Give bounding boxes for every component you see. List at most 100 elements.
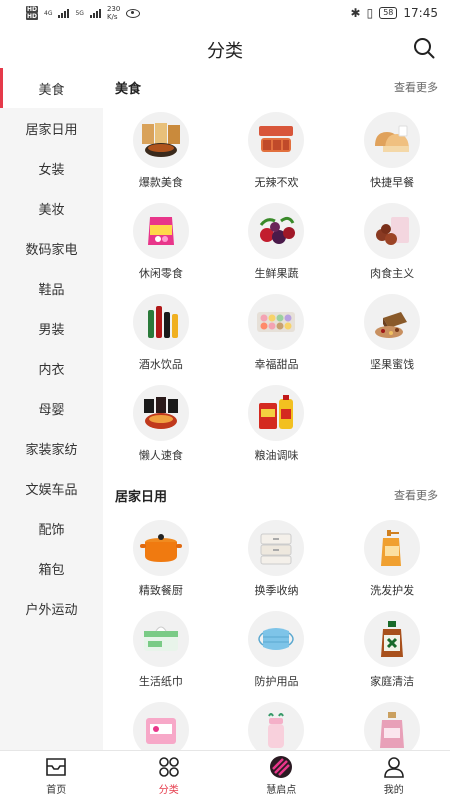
subcategory-label: 肉食主义 <box>370 267 415 280</box>
subcategory-item[interactable]: 精致餐厨 <box>103 520 219 611</box>
subcategory-label: 粮油调味 <box>254 449 299 462</box>
sidebar-item-food[interactable]: 美食 <box>0 68 103 108</box>
sidebar-item-entertainment-car[interactable]: 文娱车品 <box>0 468 103 508</box>
nav-profile[interactable]: 我的 <box>338 751 450 800</box>
status-bar: HD HD 4G 5G 230 K/s ✱ ▯ 58 17:45 <box>0 0 450 26</box>
berries-icon <box>248 203 305 259</box>
subcategory-grid: 精致餐厨 换季收纳 洗发护发 生活纸巾 防护用品 家庭清洁 <box>103 514 450 750</box>
nav-brand[interactable]: 慧启点 <box>225 751 338 800</box>
subcategory-label: 酒水饮品 <box>138 358 183 371</box>
subcategory-label: 爆款美食 <box>138 176 183 189</box>
nav-category[interactable]: 分类 <box>113 751 226 800</box>
bluetooth-icon: ✱ <box>350 6 361 20</box>
subcategory-item[interactable]: 快捷早餐 <box>334 112 450 203</box>
subcategory-item[interactable]: 洗发护发 <box>334 520 450 611</box>
subcategory-label: 休闲零食 <box>138 267 183 280</box>
subcategory-label: 无辣不欢 <box>254 176 299 189</box>
sidebar-item-label: 数码家电 <box>25 242 78 258</box>
snack-pack-icon <box>132 112 189 168</box>
sim-indicators: HD HD <box>26 6 39 20</box>
spicy-meat-icon <box>248 112 305 168</box>
subcategory-item[interactable]: 生鲜果蔬 <box>219 203 335 294</box>
instant-noodle-icon <box>132 385 189 441</box>
subcategory-item[interactable]: 生活纸巾 <box>103 611 219 702</box>
subcategory-grid: 爆款美食 无辣不欢 快捷早餐 休闲零食 生鲜果蔬 肉食主义 酒水饮品 幸福甜品 … <box>103 106 450 476</box>
network1: 4G <box>44 10 52 17</box>
search-icon[interactable] <box>412 36 436 60</box>
subcategory-item[interactable]: 家庭清洁 <box>334 611 450 702</box>
sidebar-item-mens[interactable]: 男装 <box>0 308 103 348</box>
sidebar-item-home-daily[interactable]: 居家日用 <box>0 108 103 148</box>
speed-value: 230 <box>106 5 121 13</box>
macaron-icon <box>248 294 305 350</box>
sidebar-item-baby[interactable]: 母婴 <box>0 388 103 428</box>
section-header: 美食 查看更多 <box>103 68 450 106</box>
subcategory-label: 换季收纳 <box>254 584 299 597</box>
sidebar-item-outdoor[interactable]: 户外运动 <box>0 588 103 628</box>
subcategory-item[interactable]: 懒人速食 <box>103 385 219 476</box>
subcategory-item[interactable]: 防护用品 <box>219 611 335 702</box>
nav-label: 分类 <box>158 785 179 796</box>
net-speed: 230 K/s <box>107 5 120 21</box>
nav-label: 慧启点 <box>266 785 297 796</box>
subcategory-item[interactable]: 爆款美食 <box>103 112 219 203</box>
subcategory-item[interactable] <box>334 702 450 750</box>
subcategory-item[interactable]: 休闲零食 <box>103 203 219 294</box>
sidebar-item-home-textile[interactable]: 家装家纺 <box>0 428 103 468</box>
oil-rice-icon <box>248 385 305 441</box>
candy-bag-icon <box>132 203 189 259</box>
page-title: 分类 <box>207 41 243 62</box>
nuts-icon <box>364 294 421 350</box>
subcategory-item[interactable]: 粮油调味 <box>219 385 335 476</box>
network2: 5G <box>75 10 83 17</box>
category-content: 美食 查看更多 爆款美食 无辣不欢 快捷早餐 休闲零食 生鲜果蔬 肉食主义 酒水… <box>103 68 450 750</box>
sidebar-item-beauty[interactable]: 美妆 <box>0 188 103 228</box>
sidebar-item-label: 箱包 <box>38 562 65 578</box>
sidebar-item-label: 户外运动 <box>25 602 78 618</box>
subcategory-item[interactable]: 酒水饮品 <box>103 294 219 385</box>
user-icon <box>383 757 404 778</box>
see-more-link[interactable]: 查看更多 <box>394 79 438 95</box>
subcategory-item[interactable]: 幸福甜品 <box>219 294 335 385</box>
subcategory-label: 防护用品 <box>254 675 299 688</box>
sidebar-item-label: 居家日用 <box>25 122 78 138</box>
sidebar-item-shoes[interactable]: 鞋品 <box>0 268 103 308</box>
brand-icon <box>270 756 293 778</box>
subcategory-label: 坚果蜜饯 <box>370 358 415 371</box>
sidebar-item-underwear[interactable]: 内衣 <box>0 348 103 388</box>
sidebar-item-label: 文娱车品 <box>25 482 78 498</box>
nav-home[interactable]: 首页 <box>0 751 113 800</box>
sidebar-item-label: 男装 <box>38 322 65 338</box>
see-more-link[interactable]: 查看更多 <box>394 487 438 503</box>
section-title: 居家日用 <box>115 489 168 505</box>
sidebar-item-label: 配饰 <box>38 522 65 538</box>
subcategory-label: 洗发护发 <box>370 584 415 597</box>
subcategory-item[interactable]: 肉食主义 <box>334 203 450 294</box>
subcategory-label: 生鲜果蔬 <box>254 267 299 280</box>
category-icon <box>158 757 179 777</box>
baby-bottle-icon <box>248 702 305 750</box>
sidebar-item-bags[interactable]: 箱包 <box>0 548 103 588</box>
section-title: 美食 <box>115 81 142 97</box>
subcategory-item[interactable]: 无辣不欢 <box>219 112 335 203</box>
subcategory-label: 精致餐厨 <box>138 584 183 597</box>
sidebar-item-accessories[interactable]: 配饰 <box>0 508 103 548</box>
subcategory-label: 生活纸巾 <box>138 675 183 688</box>
subcategory-label: 懒人速食 <box>138 449 183 462</box>
category-sidebar: 美食 居家日用 女装 美妆 数码家电 鞋品 男装 内衣 母婴 家装家纺 文娱车品… <box>0 68 103 750</box>
section-header: 居家日用 查看更多 <box>103 476 450 514</box>
subcategory-item[interactable] <box>103 702 219 750</box>
bottles-icon <box>132 294 189 350</box>
sidebar-item-label: 家装家纺 <box>25 442 78 458</box>
tissue-icon <box>132 611 189 667</box>
sidebar-item-womens[interactable]: 女装 <box>0 148 103 188</box>
nav-label: 我的 <box>383 785 404 796</box>
sidebar-item-digital[interactable]: 数码家电 <box>0 228 103 268</box>
sidebar-item-label: 鞋品 <box>38 282 65 298</box>
subcategory-item[interactable]: 换季收纳 <box>219 520 335 611</box>
header: 分类 <box>0 26 450 68</box>
signal2-icon <box>89 8 101 18</box>
subcategory-item[interactable]: 坚果蜜饯 <box>334 294 450 385</box>
subcategory-item[interactable] <box>219 702 335 750</box>
sidebar-item-label: 美食 <box>38 82 65 98</box>
